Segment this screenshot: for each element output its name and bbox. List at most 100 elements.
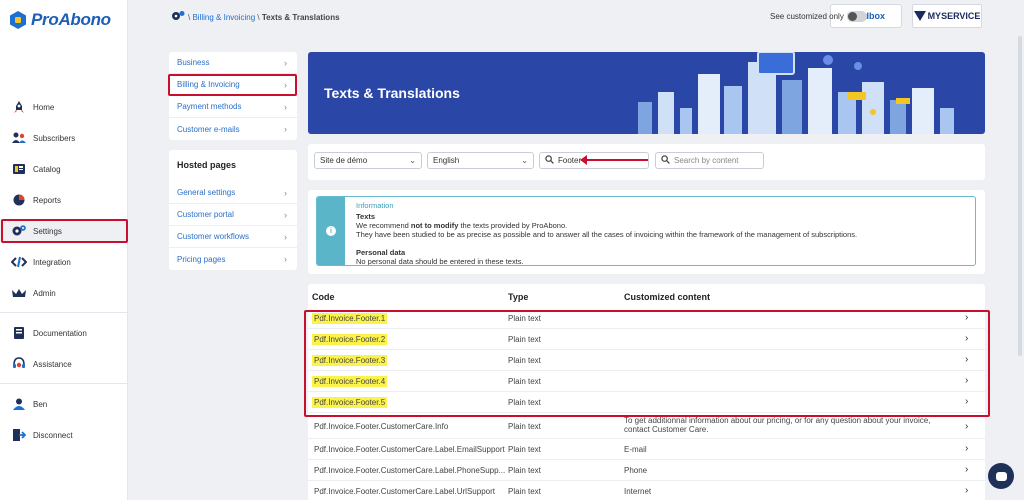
annotation-arrow — [580, 155, 648, 165]
proabono-logo-icon — [10, 11, 26, 29]
sidebar-item-label: Home — [33, 102, 55, 112]
row-content: To get additionnal information about our… — [624, 416, 931, 434]
page-banner: Texts & Translations — [308, 52, 985, 134]
page-scrollbar[interactable] — [1018, 36, 1022, 356]
submenu-item-payment-methods[interactable]: Payment methods › — [169, 96, 297, 118]
submenu-label: Payment methods — [177, 102, 242, 111]
info-box: i Information Texts We recommend not to … — [316, 196, 976, 266]
code-icon — [11, 254, 27, 270]
submenu-item-customer-portal[interactable]: Customer portal › — [169, 204, 297, 226]
page-title: Texts & Translations — [324, 85, 460, 101]
pie-chart-icon — [11, 192, 27, 208]
sidebar-item-label: Integration — [33, 257, 71, 267]
annotation-highlight-settings — [1, 219, 128, 243]
catalog-icon — [11, 161, 27, 177]
brand-logo[interactable]: MYSERVICE — [912, 4, 982, 28]
info-line1: We recommend not to modify the texts pro… — [356, 221, 857, 230]
info-panel: i Information Texts We recommend not to … — [308, 190, 985, 274]
submenu-item-business[interactable]: Business › — [169, 52, 297, 74]
submenu-item-customer-emails[interactable]: Customer e-mails › — [169, 118, 297, 140]
table-row[interactable]: Pdf.Invoice.Footer.CustomerCare.Label.Em… — [308, 439, 985, 460]
sidebar-item-label: Catalog — [33, 164, 61, 174]
info-heading: Information — [356, 201, 394, 210]
customized-only-filter[interactable]: See customized only — [770, 11, 867, 22]
sidebar-item-label: Subscribers — [33, 133, 76, 143]
info-body: Information Texts We recommend not to mo… — [356, 201, 858, 265]
sidebar-item-home[interactable]: Home — [0, 96, 128, 118]
sidebar-item-subscribers[interactable]: Subscribers — [0, 127, 128, 149]
content-search-input[interactable]: Search by content — [655, 152, 764, 169]
submenu-item-pricing-pages[interactable]: Pricing pages › — [169, 248, 297, 270]
language-select[interactable]: English ⌄ — [427, 152, 534, 169]
user-icon — [11, 396, 27, 412]
chevron-right-icon[interactable]: › — [965, 443, 968, 454]
chevron-right-icon: › — [284, 231, 287, 242]
sidebar-item-label: Assistance — [33, 359, 72, 369]
sidebar-item-catalog[interactable]: Catalog — [0, 158, 128, 180]
column-header-content[interactable]: Customized content — [624, 292, 710, 302]
info-side-bar: i — [317, 197, 345, 265]
submenu-item-customer-workflows[interactable]: Customer workflows › — [169, 226, 297, 248]
row-type: Plain text — [508, 487, 541, 496]
info-texts-title: Texts — [356, 212, 376, 221]
brand-label: MYSERVICE — [927, 11, 981, 21]
sidebar: ProAbono Home Subscribers Catalog Report… — [0, 0, 128, 500]
row-content: E-mail — [624, 445, 647, 454]
info-line1-bold: not to modify — [410, 221, 459, 230]
breadcrumb-current: Texts & Translations — [261, 13, 340, 22]
chevron-right-icon: › — [284, 187, 287, 198]
submenu-label: General settings — [177, 188, 236, 197]
chevron-right-icon: › — [284, 254, 287, 264]
chevron-right-icon[interactable]: › — [965, 485, 968, 496]
sidebar-item-disconnect[interactable]: Disconnect — [0, 424, 128, 446]
book-icon — [11, 325, 27, 341]
customized-only-label: See customized only — [770, 12, 844, 21]
chat-button[interactable] — [988, 463, 1014, 489]
annotation-highlight-footer-rows — [304, 310, 990, 417]
gear-icon — [171, 10, 185, 25]
site-select[interactable]: Site de démo ⌄ — [314, 152, 422, 169]
sidebar-item-label: Admin — [33, 288, 56, 298]
table-row[interactable]: Pdf.Invoice.Footer.CustomerCare.Label.Ph… — [308, 460, 985, 481]
submenu-label: Customer workflows — [177, 232, 250, 241]
table-row[interactable]: Pdf.Invoice.Footer.CustomerCare.Info Pla… — [308, 415, 985, 439]
sidebar-item-user[interactable]: Ben — [0, 393, 128, 415]
banner-illustration — [638, 52, 954, 134]
column-header-type[interactable]: Type — [508, 292, 528, 302]
sidebar-item-assistance[interactable]: Assistance — [0, 353, 128, 375]
breadcrumb-separator: \ — [257, 13, 260, 22]
submenu-item-general-settings[interactable]: General settings › — [169, 182, 297, 204]
breadcrumb-link-billing[interactable]: Billing & Invoicing — [192, 13, 255, 22]
language-select-value: English — [433, 156, 460, 165]
users-icon — [11, 130, 27, 146]
sidebar-divider — [0, 312, 128, 313]
row-code: Pdf.Invoice.Footer.CustomerCare.Label.Ur… — [314, 487, 495, 496]
sidebar-item-admin[interactable]: Admin — [0, 282, 128, 304]
submenu-label: Business — [177, 58, 210, 67]
sidebar-item-integration[interactable]: Integration — [0, 251, 128, 273]
sidebar-item-documentation[interactable]: Documentation — [0, 322, 128, 344]
column-header-code[interactable]: Code — [312, 292, 335, 302]
site-select-value: Site de démo — [320, 156, 368, 165]
info-line2: They have been studied to be as precise … — [356, 230, 858, 239]
chevron-right-icon[interactable]: › — [965, 421, 968, 432]
code-search-value: Footer — [558, 156, 582, 165]
search-icon — [545, 155, 554, 166]
info-line1-pre: We recommend — [356, 221, 411, 230]
submenu-label: Customer e-mails — [177, 124, 240, 134]
row-code: Pdf.Invoice.Footer.CustomerCare.Label.Ph… — [314, 466, 506, 475]
table-row[interactable]: Pdf.Invoice.Footer.CustomerCare.Label.Ur… — [308, 481, 985, 500]
chevron-right-icon: › — [284, 101, 287, 112]
search-icon — [661, 155, 670, 166]
customized-only-toggle[interactable] — [846, 11, 867, 22]
chevron-right-icon: › — [284, 124, 287, 134]
chevron-down-icon: ⌄ — [521, 156, 528, 165]
sidebar-item-reports[interactable]: Reports — [0, 189, 128, 211]
content-search-placeholder: Search by content — [674, 156, 739, 165]
chevron-right-icon[interactable]: › — [965, 464, 968, 475]
annotation-highlight-billing — [168, 74, 297, 96]
chat-bubble-icon — [995, 471, 1007, 481]
row-code: Pdf.Invoice.Footer.CustomerCare.Info — [314, 422, 449, 431]
app-logo[interactable]: ProAbono — [10, 10, 111, 30]
filter-bar: Site de démo ⌄ English ⌄ Footer Search b… — [308, 144, 985, 180]
